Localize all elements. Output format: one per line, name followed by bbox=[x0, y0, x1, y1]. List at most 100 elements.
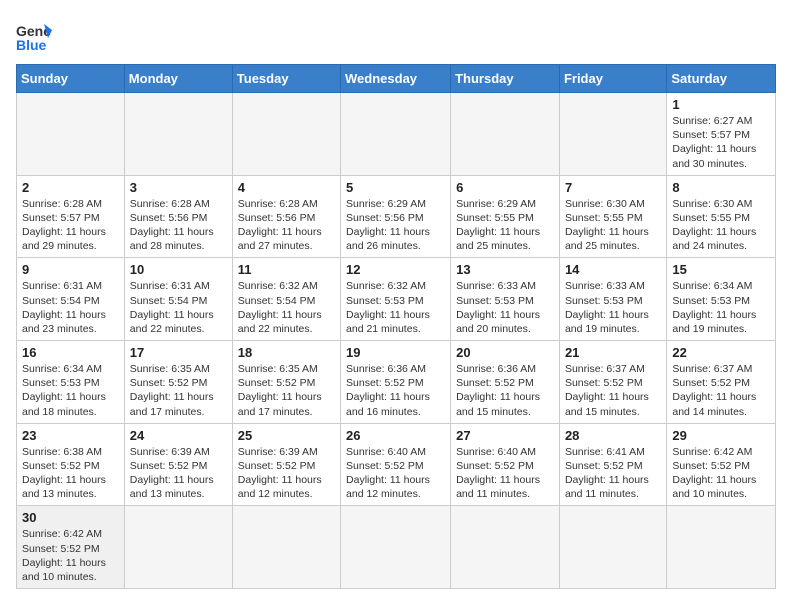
day-info: Sunrise: 6:39 AM Sunset: 5:52 PM Dayligh… bbox=[130, 445, 227, 502]
day-number: 7 bbox=[565, 180, 661, 195]
day-number: 28 bbox=[565, 428, 661, 443]
day-number: 20 bbox=[456, 345, 554, 360]
day-info: Sunrise: 6:30 AM Sunset: 5:55 PM Dayligh… bbox=[672, 197, 770, 254]
logo: General Blue bbox=[16, 16, 52, 52]
day-info: Sunrise: 6:37 AM Sunset: 5:52 PM Dayligh… bbox=[565, 362, 661, 419]
calendar-day-cell: 19 Sunrise: 6:36 AM Sunset: 5:52 PM Dayli… bbox=[341, 341, 451, 424]
calendar-week-row: 30 Sunrise: 6:42 AM Sunset: 5:52 PM Dayli… bbox=[17, 506, 776, 589]
day-info: Sunrise: 6:40 AM Sunset: 5:52 PM Dayligh… bbox=[346, 445, 445, 502]
calendar-day-cell: 24Sunrise: 6:39 AM Sunset: 5:52 PM Dayli… bbox=[124, 423, 232, 506]
calendar-day-cell bbox=[232, 506, 340, 589]
logo-icon: General Blue bbox=[16, 16, 52, 52]
calendar-week-row: 1 Sunrise: 6:27 AM Sunset: 5:57 PM Daylig… bbox=[17, 93, 776, 176]
day-number: 4 bbox=[238, 180, 335, 195]
calendar-week-row: 2Sunrise: 6:28 AM Sunset: 5:57 PM Daylig… bbox=[17, 175, 776, 258]
day-number: 18 bbox=[238, 345, 335, 360]
calendar-day-cell: 13 Sunrise: 6:33 AM Sunset: 5:53 PM Dayli… bbox=[451, 258, 560, 341]
day-info: Sunrise: 6:34 AM Sunset: 5:53 PM Dayligh… bbox=[672, 279, 770, 336]
day-info: Sunrise: 6:42 AM Sunset: 5:52 PM Dayligh… bbox=[22, 527, 119, 584]
calendar-header: SundayMondayTuesdayWednesdayThursdayFrid… bbox=[17, 65, 776, 93]
calendar-day-cell bbox=[451, 506, 560, 589]
day-info: Sunrise: 6:36 AM Sunset: 5:52 PM Dayligh… bbox=[456, 362, 554, 419]
day-info: Sunrise: 6:36 AM Sunset: 5:52 PM Dayligh… bbox=[346, 362, 445, 419]
calendar-day-cell: 18 Sunrise: 6:35 AM Sunset: 5:52 PM Dayli… bbox=[232, 341, 340, 424]
weekday-header-row: SundayMondayTuesdayWednesdayThursdayFrid… bbox=[17, 65, 776, 93]
calendar-day-cell: 7 Sunrise: 6:30 AM Sunset: 5:55 PM Daylig… bbox=[559, 175, 666, 258]
day-number: 15 bbox=[672, 262, 770, 277]
day-number: 29 bbox=[672, 428, 770, 443]
day-number: 1 bbox=[672, 97, 770, 112]
calendar-day-cell: 26 Sunrise: 6:40 AM Sunset: 5:52 PM Dayli… bbox=[341, 423, 451, 506]
calendar-day-cell bbox=[559, 506, 666, 589]
day-number: 19 bbox=[346, 345, 445, 360]
day-info: Sunrise: 6:30 AM Sunset: 5:55 PM Dayligh… bbox=[565, 197, 661, 254]
day-number: 11 bbox=[238, 262, 335, 277]
day-info: Sunrise: 6:33 AM Sunset: 5:53 PM Dayligh… bbox=[456, 279, 554, 336]
calendar-day-cell: 28Sunrise: 6:41 AM Sunset: 5:52 PM Dayli… bbox=[559, 423, 666, 506]
weekday-header-cell: Tuesday bbox=[232, 65, 340, 93]
calendar-week-row: 9Sunrise: 6:31 AM Sunset: 5:54 PM Daylig… bbox=[17, 258, 776, 341]
calendar-week-row: 23Sunrise: 6:38 AM Sunset: 5:52 PM Dayli… bbox=[17, 423, 776, 506]
day-number: 22 bbox=[672, 345, 770, 360]
calendar-day-cell bbox=[451, 93, 560, 176]
day-info: Sunrise: 6:35 AM Sunset: 5:52 PM Dayligh… bbox=[238, 362, 335, 419]
day-number: 6 bbox=[456, 180, 554, 195]
calendar-day-cell: 15 Sunrise: 6:34 AM Sunset: 5:53 PM Dayli… bbox=[667, 258, 776, 341]
day-info: Sunrise: 6:29 AM Sunset: 5:55 PM Dayligh… bbox=[456, 197, 554, 254]
calendar-day-cell bbox=[124, 93, 232, 176]
day-info: Sunrise: 6:31 AM Sunset: 5:54 PM Dayligh… bbox=[130, 279, 227, 336]
calendar-day-cell: 29 Sunrise: 6:42 AM Sunset: 5:52 PM Dayli… bbox=[667, 423, 776, 506]
calendar-day-cell: 10 Sunrise: 6:31 AM Sunset: 5:54 PM Dayli… bbox=[124, 258, 232, 341]
day-number: 13 bbox=[456, 262, 554, 277]
day-number: 3 bbox=[130, 180, 227, 195]
day-number: 14 bbox=[565, 262, 661, 277]
calendar-day-cell: 1 Sunrise: 6:27 AM Sunset: 5:57 PM Daylig… bbox=[667, 93, 776, 176]
day-number: 16 bbox=[22, 345, 119, 360]
day-info: Sunrise: 6:33 AM Sunset: 5:53 PM Dayligh… bbox=[565, 279, 661, 336]
day-info: Sunrise: 6:27 AM Sunset: 5:57 PM Dayligh… bbox=[672, 114, 770, 171]
calendar-day-cell: 6 Sunrise: 6:29 AM Sunset: 5:55 PM Daylig… bbox=[451, 175, 560, 258]
calendar-day-cell: 17 Sunrise: 6:35 AM Sunset: 5:52 PM Dayli… bbox=[124, 341, 232, 424]
day-number: 21 bbox=[565, 345, 661, 360]
day-number: 8 bbox=[672, 180, 770, 195]
day-number: 26 bbox=[346, 428, 445, 443]
calendar-day-cell: 2Sunrise: 6:28 AM Sunset: 5:57 PM Daylig… bbox=[17, 175, 125, 258]
day-number: 25 bbox=[238, 428, 335, 443]
day-info: Sunrise: 6:42 AM Sunset: 5:52 PM Dayligh… bbox=[672, 445, 770, 502]
calendar-day-cell: 3 Sunrise: 6:28 AM Sunset: 5:56 PM Daylig… bbox=[124, 175, 232, 258]
day-info: Sunrise: 6:28 AM Sunset: 5:56 PM Dayligh… bbox=[130, 197, 227, 254]
day-info: Sunrise: 6:29 AM Sunset: 5:56 PM Dayligh… bbox=[346, 197, 445, 254]
calendar-day-cell: 25Sunrise: 6:39 AM Sunset: 5:52 PM Dayli… bbox=[232, 423, 340, 506]
day-number: 17 bbox=[130, 345, 227, 360]
day-info: Sunrise: 6:28 AM Sunset: 5:57 PM Dayligh… bbox=[22, 197, 119, 254]
weekday-header-cell: Saturday bbox=[667, 65, 776, 93]
calendar-day-cell bbox=[124, 506, 232, 589]
calendar-week-row: 16Sunrise: 6:34 AM Sunset: 5:53 PM Dayli… bbox=[17, 341, 776, 424]
header: General Blue bbox=[16, 16, 776, 52]
calendar-day-cell bbox=[341, 506, 451, 589]
calendar-day-cell: 27Sunrise: 6:40 AM Sunset: 5:52 PM Dayli… bbox=[451, 423, 560, 506]
calendar-day-cell bbox=[341, 93, 451, 176]
svg-text:Blue: Blue bbox=[16, 37, 47, 52]
calendar-day-cell: 14 Sunrise: 6:33 AM Sunset: 5:53 PM Dayli… bbox=[559, 258, 666, 341]
day-info: Sunrise: 6:35 AM Sunset: 5:52 PM Dayligh… bbox=[130, 362, 227, 419]
calendar-day-cell: 20 Sunrise: 6:36 AM Sunset: 5:52 PM Dayli… bbox=[451, 341, 560, 424]
day-number: 30 bbox=[22, 510, 119, 525]
calendar-day-cell: 22 Sunrise: 6:37 AM Sunset: 5:52 PM Dayli… bbox=[667, 341, 776, 424]
calendar-day-cell: 4 Sunrise: 6:28 AM Sunset: 5:56 PM Daylig… bbox=[232, 175, 340, 258]
day-info: Sunrise: 6:40 AM Sunset: 5:52 PM Dayligh… bbox=[456, 445, 554, 502]
calendar-day-cell: 16Sunrise: 6:34 AM Sunset: 5:53 PM Dayli… bbox=[17, 341, 125, 424]
calendar-day-cell bbox=[232, 93, 340, 176]
day-info: Sunrise: 6:37 AM Sunset: 5:52 PM Dayligh… bbox=[672, 362, 770, 419]
day-number: 12 bbox=[346, 262, 445, 277]
calendar-day-cell bbox=[17, 93, 125, 176]
day-info: Sunrise: 6:28 AM Sunset: 5:56 PM Dayligh… bbox=[238, 197, 335, 254]
day-info: Sunrise: 6:32 AM Sunset: 5:54 PM Dayligh… bbox=[238, 279, 335, 336]
day-info: Sunrise: 6:32 AM Sunset: 5:53 PM Dayligh… bbox=[346, 279, 445, 336]
calendar-day-cell: 30 Sunrise: 6:42 AM Sunset: 5:52 PM Dayli… bbox=[17, 506, 125, 589]
calendar: SundayMondayTuesdayWednesdayThursdayFrid… bbox=[16, 64, 776, 589]
day-info: Sunrise: 6:38 AM Sunset: 5:52 PM Dayligh… bbox=[22, 445, 119, 502]
day-info: Sunrise: 6:31 AM Sunset: 5:54 PM Dayligh… bbox=[22, 279, 119, 336]
calendar-day-cell: 23Sunrise: 6:38 AM Sunset: 5:52 PM Dayli… bbox=[17, 423, 125, 506]
day-number: 10 bbox=[130, 262, 227, 277]
